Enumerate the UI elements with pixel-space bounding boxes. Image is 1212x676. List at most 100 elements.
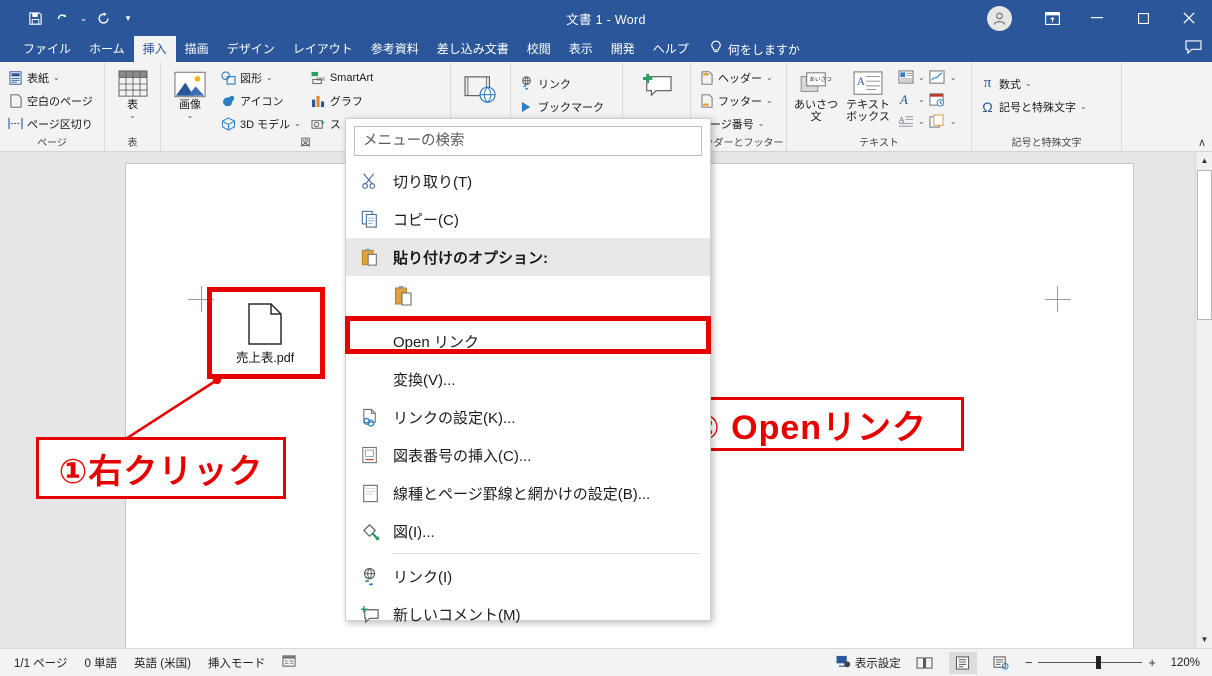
- object-icon[interactable]: [928, 112, 947, 131]
- symbol-button[interactable]: Ω 記号と特殊文字 ⌄: [977, 96, 1090, 117]
- tab-view[interactable]: 表示: [560, 36, 602, 62]
- chevron-down-icon[interactable]: ⌄: [294, 119, 301, 128]
- link-doc-icon: [359, 406, 381, 428]
- maximize-button[interactable]: [1120, 0, 1166, 36]
- zoom-percentage[interactable]: 120%: [1162, 657, 1200, 669]
- scrollbar-thumb[interactable]: [1197, 170, 1212, 320]
- menu-item-hyperlink[interactable]: リンク(I): [346, 557, 710, 595]
- tab-help[interactable]: ヘルプ: [644, 36, 698, 62]
- zoom-in-button[interactable]: +: [1148, 655, 1156, 670]
- vertical-scrollbar[interactable]: ▲ ▼: [1195, 152, 1212, 648]
- tab-home[interactable]: ホーム: [80, 36, 134, 62]
- icons-button[interactable]: アイコン: [218, 90, 304, 111]
- accessibility-icon[interactable]: [282, 654, 296, 671]
- menu-item-insert-caption[interactable]: 図表番号の挿入(C)...: [346, 436, 710, 474]
- new-comment-button[interactable]: [633, 69, 681, 101]
- view-print-layout-button[interactable]: [948, 651, 977, 674]
- view-web-layout-button[interactable]: [987, 652, 1015, 674]
- collapse-ribbon-button[interactable]: ∧: [1198, 136, 1206, 149]
- chevron-down-icon[interactable]: ⌄: [766, 73, 773, 82]
- view-read-mode-button[interactable]: [911, 652, 939, 674]
- tab-layout[interactable]: レイアウト: [284, 36, 362, 62]
- smartart-button[interactable]: SmartArt: [308, 67, 376, 88]
- shapes-button[interactable]: 図形 ⌄: [218, 67, 304, 88]
- chevron-down-icon[interactable]: ⌄: [950, 73, 957, 82]
- bookmark-button[interactable]: ブックマーク: [516, 96, 607, 117]
- minimize-button[interactable]: [1074, 0, 1120, 36]
- link-button[interactable]: リンク: [516, 73, 607, 94]
- 3d-models-button[interactable]: 3D モデル ⌄: [218, 113, 304, 134]
- tab-mailings[interactable]: 差し込み文書: [428, 36, 518, 62]
- header-button[interactable]: ヘッダー ⌄: [696, 67, 776, 88]
- zoom-out-button[interactable]: −: [1025, 655, 1033, 670]
- chevron-down-icon[interactable]: ⌄: [918, 95, 925, 104]
- chevron-down-icon[interactable]: ⌄: [1080, 102, 1087, 111]
- quick-parts-icon[interactable]: [896, 68, 915, 87]
- tell-me-box[interactable]: 何をしますか: [710, 36, 800, 62]
- tab-design[interactable]: デザイン: [218, 36, 284, 62]
- menu-item-copy[interactable]: コピー(C): [346, 200, 710, 238]
- menu-item-format-picture[interactable]: 図(I)...: [346, 512, 710, 550]
- tab-review[interactable]: 校閲: [518, 36, 560, 62]
- menu-item-new-comment[interactable]: 新しいコメント(M): [346, 595, 710, 633]
- cover-page-button[interactable]: 表紙 ⌄: [5, 67, 96, 88]
- page-break-button[interactable]: ページ区切り: [5, 113, 96, 134]
- scroll-up-button[interactable]: ▲: [1196, 152, 1212, 169]
- tab-draw[interactable]: 描画: [176, 36, 218, 62]
- chevron-down-icon[interactable]: ⌄: [918, 73, 925, 82]
- signature-line-icon[interactable]: [928, 68, 947, 87]
- save-icon[interactable]: [22, 5, 48, 31]
- online-video-button[interactable]: [457, 73, 505, 105]
- page-count[interactable]: 1/1 ページ: [14, 655, 67, 671]
- menu-item-cut[interactable]: 切り取り(T): [346, 162, 710, 200]
- word-count[interactable]: 0 単語: [84, 655, 117, 671]
- close-button[interactable]: [1166, 0, 1212, 36]
- equation-button[interactable]: π 数式 ⌄: [977, 73, 1090, 94]
- language-indicator[interactable]: 英語 (米国): [134, 655, 191, 671]
- insert-picture-button[interactable]: 画像 ⌄: [166, 67, 214, 134]
- insert-table-button[interactable]: 表 ⌄: [109, 67, 157, 120]
- display-settings-icon: [836, 655, 851, 671]
- zoom-slider-thumb[interactable]: [1096, 656, 1102, 669]
- menu-item-link-settings[interactable]: リンクの設定(K)...: [346, 398, 710, 436]
- chevron-down-icon[interactable]: ⌄: [266, 73, 273, 82]
- chevron-down-icon[interactable]: ⌄: [766, 96, 773, 105]
- tab-references[interactable]: 参考資料: [362, 36, 428, 62]
- drop-cap-icon[interactable]: A: [896, 112, 915, 131]
- chevron-down-icon[interactable]: ⌄: [758, 119, 765, 128]
- chevron-down-icon[interactable]: ⌄: [1025, 79, 1032, 88]
- ribbon-display-options-icon[interactable]: [1030, 0, 1074, 36]
- comments-icon[interactable]: [1185, 40, 1202, 59]
- context-menu[interactable]: 切り取り(T) コピー(C) 貼り付けのオプション: Open リンク: [345, 118, 711, 624]
- customize-qat-icon[interactable]: ▾: [119, 5, 137, 31]
- blank-page-button[interactable]: 空白のページ: [5, 90, 96, 111]
- undo-chevron-down-icon[interactable]: ⌄: [78, 5, 89, 31]
- undo-icon[interactable]: [50, 5, 76, 31]
- account-avatar[interactable]: [987, 5, 1012, 31]
- zoom-control[interactable]: − + 120%: [1025, 655, 1200, 670]
- zoom-slider[interactable]: [1038, 656, 1143, 669]
- chevron-down-icon[interactable]: ⌄: [187, 111, 194, 120]
- chevron-down-icon[interactable]: ⌄: [53, 73, 60, 82]
- wordart-icon[interactable]: A: [896, 90, 915, 109]
- chevron-down-icon[interactable]: ⌄: [129, 111, 136, 120]
- tab-file[interactable]: ファイル: [14, 36, 80, 62]
- search-input[interactable]: [354, 126, 702, 156]
- clipboard-doc-icon[interactable]: [394, 285, 414, 312]
- footer-button[interactable]: フッター ⌄: [696, 90, 776, 111]
- tab-developer[interactable]: 開発: [602, 36, 644, 62]
- paste-option-gallery[interactable]: [346, 276, 710, 320]
- chevron-down-icon[interactable]: ⌄: [918, 117, 925, 126]
- text-box-button[interactable]: A テキスト ボックス: [844, 67, 892, 132]
- insert-mode-indicator[interactable]: 挿入モード: [208, 655, 266, 671]
- redo-icon[interactable]: [91, 5, 117, 31]
- menu-item-convert[interactable]: 変換(V)...: [346, 360, 710, 398]
- date-time-icon[interactable]: [928, 90, 947, 109]
- chart-button[interactable]: グラフ: [308, 90, 376, 111]
- menu-item-borders-shading[interactable]: 線種とページ罫線と網かけの設定(B)...: [346, 474, 710, 512]
- scroll-down-button[interactable]: ▼: [1196, 631, 1212, 648]
- display-settings-button[interactable]: 表示設定: [836, 655, 901, 671]
- tab-insert[interactable]: 挿入: [133, 36, 176, 62]
- greeting-text-button[interactable]: あいさつ あいさつ 文: [792, 67, 840, 132]
- chevron-down-icon[interactable]: ⌄: [950, 117, 957, 126]
